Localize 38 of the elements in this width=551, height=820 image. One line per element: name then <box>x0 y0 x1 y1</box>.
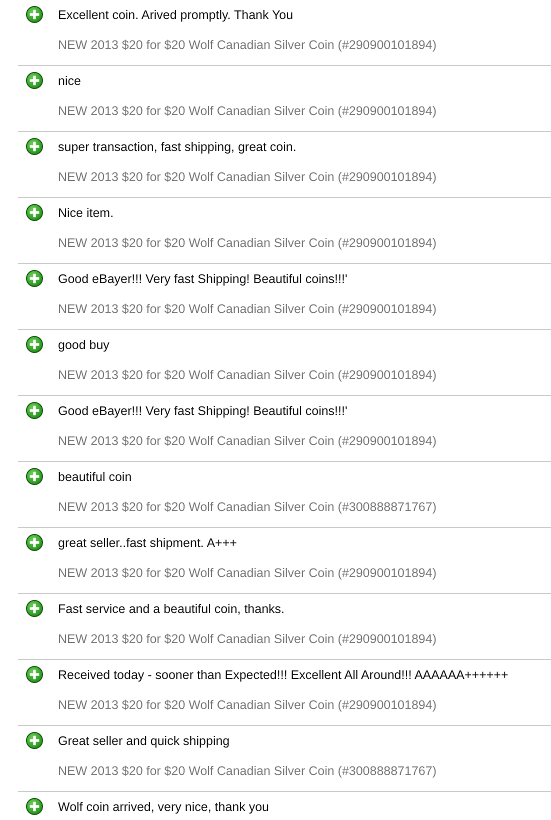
positive-icon <box>26 138 43 154</box>
feedback-comment: Great seller and quick shipping <box>58 734 230 748</box>
feedback-comment: beautiful coin <box>58 470 132 484</box>
item-title: NEW 2013 $20 for $20 Wolf Canadian Silver Coin (#290900101894) <box>58 170 436 184</box>
positive-icon <box>26 6 43 22</box>
feedback-comment: good buy <box>58 338 110 352</box>
positive-icon <box>26 666 43 682</box>
feedback-comment: Good eBayer!!! Very fast Shipping! Beautiful coins!!!' <box>58 404 348 418</box>
positive-icon <box>26 336 43 352</box>
item-title: NEW 2013 $20 for $20 Wolf Canadian Silver Coin (#290900101894) <box>58 104 436 118</box>
positive-icon <box>26 402 43 418</box>
feedback-comment: Received today - sooner than Expected!!! Excellent All Around!!! AAAAAA++++++ <box>58 668 508 682</box>
feedback-comment: Good eBayer!!! Very fast Shipping! Beautiful coins!!!' <box>58 272 348 286</box>
positive-icon <box>26 468 43 484</box>
positive-icon <box>26 600 43 616</box>
item-title: NEW 2013 $20 for $20 Wolf Canadian Silver Coin (#300888871767) <box>58 764 436 778</box>
item-title: NEW 2013 $20 for $20 Wolf Canadian Silver Coin (#290900101894) <box>58 302 436 316</box>
item-title: NEW 2013 $20 for $20 Wolf Canadian Silver Coin (#290900101894) <box>58 632 436 646</box>
positive-icon <box>26 204 43 220</box>
item-title: NEW 2013 $20 for $20 Wolf Canadian Silver Coin (#290900101894) <box>58 434 436 448</box>
positive-icon <box>26 72 43 88</box>
item-title: NEW 2013 $20 for $20 Wolf Canadian Silver Coin (#290900101894) <box>58 368 436 382</box>
item-title: NEW 2013 $20 for $20 Wolf Canadian Silver Coin (#290900101894) <box>58 236 436 250</box>
feedback-comment: Excellent coin. Arived promptly. Thank You <box>58 8 294 22</box>
feedback-comment: great seller..fast shipment. A+++ <box>58 536 237 550</box>
item-title: NEW 2013 $20 for $20 Wolf Canadian Silver Coin (#290900101894) <box>58 38 436 52</box>
positive-icon <box>26 270 43 286</box>
feedback-comment: Fast service and a beautiful coin, thanks. <box>58 602 285 616</box>
item-title: NEW 2013 $20 for $20 Wolf Canadian Silver Coin (#290900101894) <box>58 566 436 580</box>
feedback-comment: Nice item. <box>58 206 114 220</box>
item-title: NEW 2013 $20 for $20 Wolf Canadian Silver Coin (#290900101894) <box>58 698 436 712</box>
feedback-comment: Wolf coin arrived, very nice, thank you <box>58 800 269 814</box>
feedback-comment: super transaction, fast shipping, great coin. <box>58 140 296 154</box>
positive-icon <box>26 798 43 814</box>
positive-icon <box>26 732 43 748</box>
feedback-comment: nice <box>58 74 81 88</box>
positive-icon <box>26 534 43 550</box>
item-title: NEW 2013 $20 for $20 Wolf Canadian Silver Coin (#300888871767) <box>58 500 436 514</box>
